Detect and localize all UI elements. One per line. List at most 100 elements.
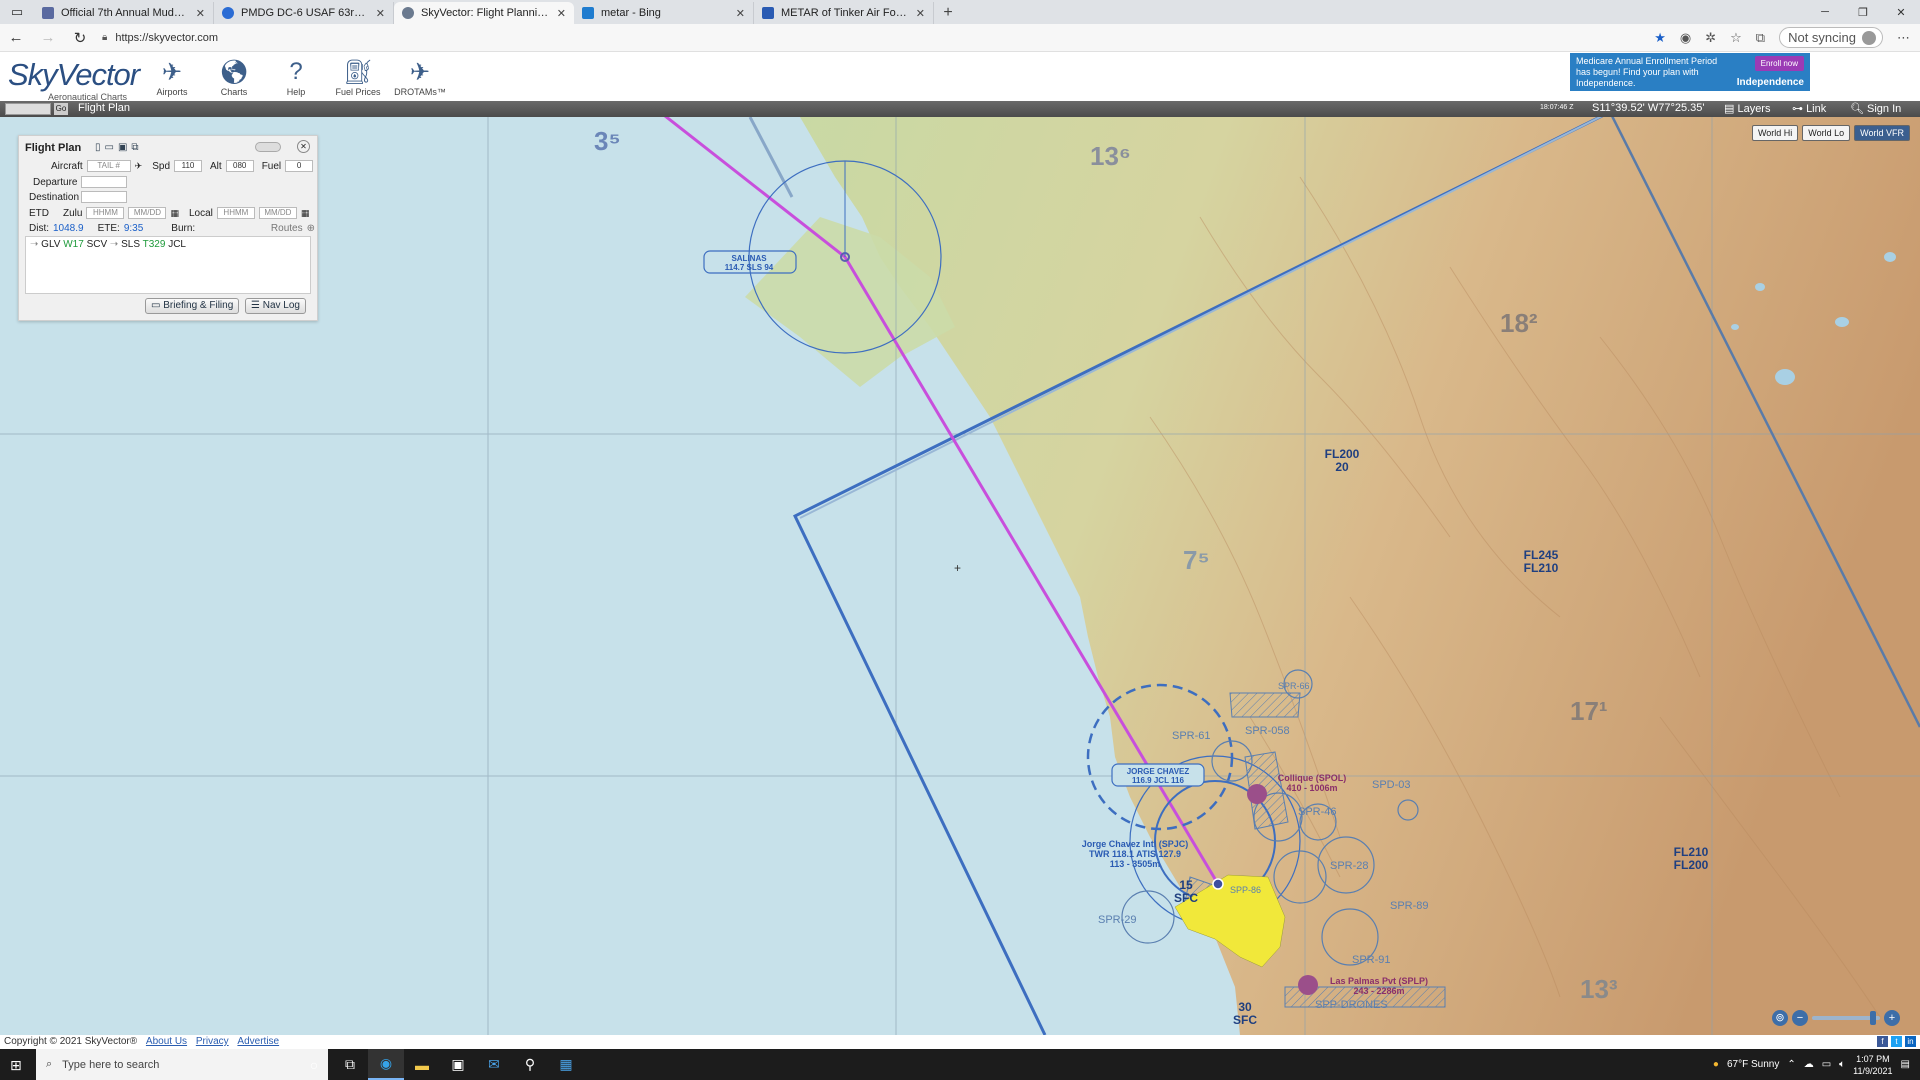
more-menu-icon[interactable]: ⋯ (1897, 30, 1910, 46)
plan-toggle-switch[interactable] (255, 142, 281, 152)
ad-enroll-button[interactable]: Enroll now (1754, 56, 1804, 71)
sign-in-button[interactable]: 🔍︎ Sign In (1850, 102, 1901, 115)
browser-tab[interactable]: METAR of Tinker Air Force Base ✕ (754, 2, 934, 24)
forward-icon[interactable]: → (32, 24, 64, 52)
clock[interactable]: 1:07 PM 11/9/2021 (1853, 1053, 1892, 1077)
zoom-slider-handle[interactable] (1870, 1011, 1876, 1025)
nav-charts[interactable]: 🌎︎ Charts (210, 55, 258, 98)
linkedin-icon[interactable]: in (1905, 1036, 1916, 1047)
refresh-icon[interactable]: ↻ (64, 24, 96, 52)
browser-tab[interactable]: metar - Bing ✕ (574, 2, 754, 24)
local-date-input[interactable]: MM/DD (258, 207, 297, 219)
restore-icon[interactable]: ❐ (1844, 0, 1882, 24)
speed-input[interactable]: 110 (174, 160, 203, 172)
local-time-input[interactable]: HHMM (216, 207, 255, 219)
chart-world-hi-button[interactable]: World Hi (1751, 125, 1799, 141)
zulu-date-input[interactable]: MM/DD (128, 207, 167, 219)
minimize-icon[interactable]: ─ (1806, 0, 1844, 24)
chart-world-vfr-button[interactable]: World VFR (1854, 125, 1910, 141)
app-icon[interactable]: ▦ (548, 1049, 584, 1080)
notifications-icon[interactable]: ▤ (1901, 1059, 1910, 1070)
extension-icon[interactable]: ◉ (1680, 30, 1691, 46)
route-airway[interactable]: W17 (63, 239, 84, 250)
close-tab-icon[interactable]: ✕ (736, 7, 745, 20)
privacy-link[interactable]: Privacy (196, 1036, 229, 1047)
collections-icon[interactable]: ⧉ (1756, 30, 1765, 46)
browser-tab[interactable]: Official 7th Annual Mudspike Ch ✕ (34, 2, 214, 24)
twitter-icon[interactable]: t (1891, 1036, 1902, 1047)
back-icon[interactable]: ← (0, 24, 32, 52)
zoom-in-button[interactable]: + (1884, 1010, 1900, 1026)
url-field[interactable]: 🔒︎ https://skyvector.com (102, 26, 1654, 50)
route-airway[interactable]: T329 (143, 239, 166, 250)
airport-marker[interactable] (1212, 878, 1224, 890)
locate-icon[interactable]: ⊚ (1772, 1010, 1788, 1026)
weather-text[interactable]: 67°F Sunny (1727, 1059, 1779, 1070)
route-waypoint[interactable]: GLV (41, 239, 60, 250)
file-explorer-icon[interactable]: ▬ (404, 1049, 440, 1080)
browser-tab-active[interactable]: SkyVector: Flight Planning / Aer ✕ (394, 2, 574, 24)
advertise-link[interactable]: Advertise (237, 1036, 279, 1047)
zoom-slider[interactable] (1812, 1011, 1880, 1025)
routes-add-icon[interactable]: ⊕ (307, 223, 315, 234)
about-us-link[interactable]: About Us (146, 1036, 187, 1047)
close-window-icon[interactable]: ✕ (1882, 0, 1920, 24)
close-tab-icon[interactable]: ✕ (196, 7, 205, 20)
fuel-input[interactable]: 0 (285, 160, 314, 172)
facebook-icon[interactable]: f (1877, 1036, 1888, 1047)
mail-icon[interactable]: ✉ (476, 1049, 512, 1080)
taskbar-search-field[interactable]: ⌕ Type here to search (36, 1049, 328, 1080)
profile-button[interactable]: Not syncing (1779, 27, 1883, 48)
skyvector-logo[interactable]: SkyVector Aeronautical Charts (8, 57, 140, 102)
favorites-icon[interactable]: ☆ (1730, 30, 1742, 46)
nav-help[interactable]: ? Help (272, 55, 320, 97)
nav-fuel-prices[interactable]: ⛽︎ Fuel Prices (334, 55, 382, 98)
share-plan-icon[interactable]: ⧉ (131, 142, 138, 153)
extensions-puzzle-icon[interactable]: ✲ (1705, 30, 1716, 46)
zulu-time-input[interactable]: HHMM (86, 207, 125, 219)
close-panel-icon[interactable]: ✕ (297, 140, 310, 153)
volume-icon[interactable]: 🔈︎ (1839, 1059, 1845, 1070)
favorite-star-icon[interactable]: ★ (1654, 30, 1666, 46)
destination-input[interactable] (81, 191, 127, 203)
aircraft-tail-input[interactable]: TAIL # (86, 160, 131, 172)
layers-button[interactable]: ▤ Layers (1724, 102, 1770, 115)
briefing-filing-button[interactable]: ▭ Briefing & Filing (145, 298, 240, 314)
link-button[interactable]: ⊶ Link (1792, 102, 1826, 115)
task-view-icon[interactable]: ⧉ (332, 1049, 368, 1080)
tab-actions-icon[interactable]: ▭ (0, 0, 34, 24)
save-plan-icon[interactable]: ▣ (118, 142, 127, 153)
route-text-field[interactable]: ➝ GLV W17 SCV ➝ SLS T329 JCL (25, 236, 311, 294)
tray-chevron-icon[interactable]: ⌃ (1787, 1059, 1795, 1070)
weather-icon[interactable]: ● (1713, 1059, 1719, 1070)
browser-tab[interactable]: PMDG DC-6 USAF 63rd MAW » I ✕ (214, 2, 394, 24)
calendar-icon[interactable]: ▦ (301, 208, 310, 219)
close-tab-icon[interactable]: ✕ (376, 7, 385, 20)
map-search-input[interactable] (5, 103, 51, 115)
collique-airport-marker[interactable] (1247, 784, 1267, 804)
route-waypoint[interactable]: SLS (121, 239, 140, 250)
flight-plan-tab[interactable]: Flight Plan (78, 102, 130, 114)
cortana-icon[interactable]: ○ (296, 1049, 332, 1080)
battery-icon[interactable]: ▭ (1822, 1059, 1831, 1070)
nav-airports[interactable]: ✈ Airports (148, 55, 196, 98)
new-tab-icon[interactable]: + (934, 2, 962, 24)
route-waypoint[interactable]: JCL (168, 239, 186, 250)
new-plan-icon[interactable]: ▯ (95, 142, 101, 153)
advertisement-banner[interactable]: Medicare Annual Enrollment Period has be… (1570, 53, 1810, 91)
maps-icon[interactable]: ⚲ (512, 1049, 548, 1080)
map-search-go-button[interactable]: Go (54, 103, 68, 115)
las-palmas-airport-marker[interactable] (1298, 975, 1318, 995)
nav-drotams[interactable]: ✈ DROTAMs™ (394, 55, 446, 98)
departure-input[interactable] (81, 176, 127, 188)
altitude-input[interactable]: 080 (225, 160, 254, 172)
windows-start-icon[interactable]: ⊞ (10, 1057, 22, 1074)
zoom-out-button[interactable]: − (1792, 1010, 1808, 1026)
network-icon[interactable]: ☁ (1804, 1059, 1814, 1070)
close-tab-icon[interactable]: ✕ (916, 7, 925, 20)
open-plan-icon[interactable]: ▭ (105, 142, 114, 153)
edge-browser-icon[interactable]: ◉ (368, 1049, 404, 1080)
aircraft-plane-icon[interactable]: ✈ (135, 161, 143, 172)
store-icon[interactable]: ▣ (440, 1049, 476, 1080)
nav-log-button[interactable]: ☰ Nav Log (245, 298, 306, 314)
